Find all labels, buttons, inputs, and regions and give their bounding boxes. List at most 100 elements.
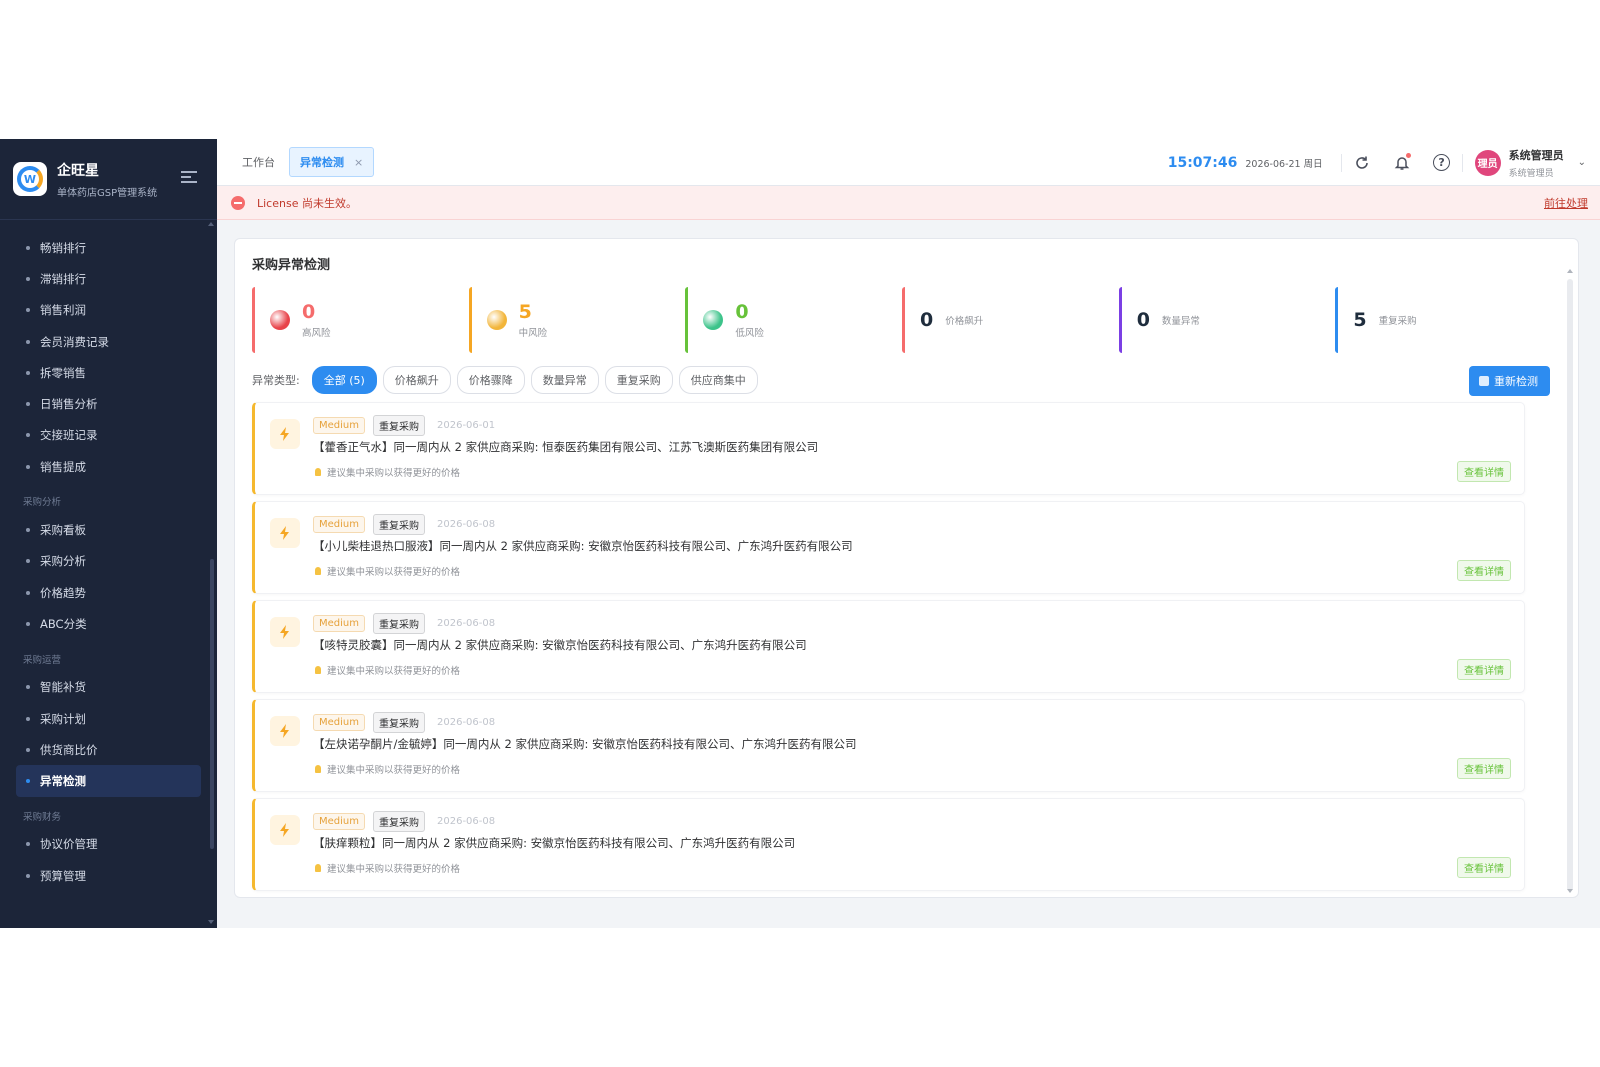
bell-icon[interactable] <box>1391 152 1413 174</box>
sidebar-item-label: 销售利润 <box>40 303 86 318</box>
nav-group-title: 采购分析 <box>23 497 62 509</box>
sidebar-item-label: 价格趋势 <box>40 585 86 600</box>
sidebar-item[interactable]: 采购计划 <box>0 703 217 734</box>
view-detail-button[interactable]: 查看详情 <box>1457 560 1511 581</box>
type-badge: 重复采购 <box>373 613 425 634</box>
severity-badge: Medium <box>313 615 365 632</box>
error-icon <box>231 195 245 210</box>
bullet-icon <box>26 464 30 469</box>
view-detail-button[interactable]: 查看详情 <box>1457 758 1511 779</box>
item-title: 【肤痒颗粒】同一周内从 2 家供应商采购: 安徽京怡医药科技有限公司、广东鸿升医… <box>313 836 796 850</box>
sidebar-scroll-up-icon[interactable] <box>208 222 214 226</box>
sidebar-item-label: 采购看板 <box>40 523 86 538</box>
anomaly-item: Medium 重复采购 2026-06-08 【左炔诺孕酮片/金毓婷】同一周内从 2 … <box>252 699 1525 792</box>
divider <box>1461 153 1463 172</box>
chevron-down-icon[interactable]: ⌄ <box>1578 157 1586 168</box>
scroll-up-icon[interactable] <box>1567 269 1573 273</box>
refresh-icon[interactable] <box>1351 152 1373 174</box>
view-detail-button[interactable]: 查看详情 <box>1457 659 1511 680</box>
sidebar-item[interactable]: 拆零销售 <box>0 357 217 388</box>
item-tags: Medium 重复采购 2026-06-01 <box>313 415 495 436</box>
user-menu[interactable]: 理员 系统管理员 系统管理员 ⌄ <box>1474 147 1586 179</box>
help-icon[interactable]: ? <box>1431 152 1453 174</box>
sidebar-scrollbar[interactable] <box>210 559 214 849</box>
sidebar-item[interactable]: 交接班记录 <box>0 420 217 451</box>
collapse-menu-icon[interactable] <box>181 171 197 185</box>
sidebar-item-label: 供货商比价 <box>40 742 98 757</box>
bullet-icon <box>26 402 30 407</box>
severity-badge: Medium <box>313 516 365 533</box>
sidebar-item[interactable]: 日销售分析 <box>0 388 217 419</box>
recheck-button[interactable]: 重新检测 <box>1469 366 1550 396</box>
sidebar-item-label: 异常检测 <box>40 774 86 789</box>
bullet-icon <box>26 779 30 784</box>
app-window: W 企旺星 单体药店GSP管理系统 畅销排行 滞销排行 销售利润 会员消费记录 拆零销售… <box>0 139 1600 928</box>
hint-text: 建议集中采购以获得更好的价格 <box>327 567 461 578</box>
user-name: 系统管理员 <box>1508 148 1564 162</box>
sidebar-item[interactable]: 会员消费记录 <box>0 326 217 357</box>
sidebar-item-label: 会员消费记录 <box>40 334 109 349</box>
bullet-icon <box>26 590 30 595</box>
view-detail-button[interactable]: 查看详情 <box>1457 461 1511 482</box>
filter-all[interactable]: 全部 (5) <box>311 366 377 394</box>
tab-anomaly-detection[interactable]: 异常检测 × <box>289 147 375 177</box>
lightning-icon <box>270 518 300 548</box>
stat-high-risk: 0 高风险 <box>252 287 469 353</box>
severity-badge: Medium <box>313 714 365 731</box>
bullet-icon <box>26 276 30 281</box>
view-detail-button[interactable]: 查看详情 <box>1457 857 1511 878</box>
bullet-icon <box>26 245 30 250</box>
filter-supplier-concentration[interactable]: 供应商集中 <box>678 366 758 394</box>
bullet-icon <box>26 559 30 564</box>
lightning-icon <box>270 617 300 647</box>
content-scrollbar[interactable] <box>1567 279 1573 891</box>
hint-text: 建议集中采购以获得更好的价格 <box>327 765 461 776</box>
stat-accent <box>902 287 906 353</box>
sidebar-item[interactable]: 滞销排行 <box>0 263 217 294</box>
stat-value: 0 <box>302 301 316 323</box>
type-badge: 重复采购 <box>373 712 425 733</box>
sidebar-item[interactable]: 智能补货 <box>0 672 217 703</box>
item-hint: 建议集中采购以获得更好的价格 <box>315 465 460 479</box>
sidebar-item[interactable]: 销售利润 <box>0 295 217 326</box>
sidebar-item-label: 智能补货 <box>40 680 86 695</box>
sidebar-item[interactable]: 异常检测 <box>16 765 201 797</box>
sidebar-item[interactable]: 采购看板 <box>0 514 217 545</box>
item-date: 2026-06-08 <box>437 717 496 728</box>
sidebar-item[interactable]: 采购分析 <box>0 546 217 577</box>
sidebar-item[interactable]: 销售提成 <box>0 451 217 482</box>
lightning-icon <box>270 815 300 845</box>
clock: 15:07:46 <box>1167 154 1238 171</box>
license-alert: License 尚未生效。 前往处理 <box>217 186 1600 220</box>
filter-price-surge[interactable]: 价格飙升 <box>382 366 451 394</box>
scroll-down-icon[interactable] <box>1567 889 1573 893</box>
item-tags: Medium 重复采购 2026-06-08 <box>313 613 495 634</box>
sidebar-item[interactable]: 供货商比价 <box>0 734 217 765</box>
license-message: License 尚未生效。 <box>257 196 357 210</box>
stat-accent <box>1118 287 1122 353</box>
topbar: 工作台 异常检测 × 15:07:46 2026-06-21 周日 ? 理员 系… <box>217 139 1600 186</box>
stat-value: 5 <box>518 301 532 323</box>
bullet-icon <box>26 433 30 438</box>
stat-label: 低风险 <box>735 328 764 339</box>
sidebar-scroll-down-icon[interactable] <box>208 920 214 924</box>
sidebar-item[interactable]: 预算管理 <box>0 860 217 891</box>
license-action-link[interactable]: 前往处理 <box>1544 195 1588 211</box>
sidebar-item-label: 畅销排行 <box>40 240 86 255</box>
stat-accent <box>468 287 472 353</box>
tab-workbench[interactable]: 工作台 <box>242 154 275 170</box>
close-icon[interactable]: × <box>354 156 363 169</box>
sidebar-item[interactable]: 畅销排行 <box>0 232 217 263</box>
filter-bar: 异常类型: 全部 (5) 价格飙升 价格骤降 数量异常 重复采购 供应商集中 <box>252 366 764 394</box>
sidebar-item[interactable]: 协议价管理 <box>0 829 217 860</box>
filter-quantity-anomaly[interactable]: 数量异常 <box>530 366 599 394</box>
anomaly-list: Medium 重复采购 2026-06-01 【藿香正气水】同一周内从 2 家供应商采… <box>252 402 1525 897</box>
filter-duplicate-purchase[interactable]: 重复采购 <box>604 366 673 394</box>
sidebar-item[interactable]: 价格趋势 <box>0 577 217 608</box>
date: 2026-06-21 周日 <box>1245 158 1323 170</box>
sidebar-nav: 畅销排行滞销排行销售利润会员消费记录拆零销售 日销售分析 交接班记录 销售提成采购分析… <box>0 220 217 891</box>
sidebar-item[interactable]: ABC分类 <box>0 608 217 639</box>
filter-price-drop[interactable]: 价格骤降 <box>456 366 525 394</box>
stat-value: 5 <box>1353 309 1367 331</box>
stat-accent <box>252 287 255 353</box>
